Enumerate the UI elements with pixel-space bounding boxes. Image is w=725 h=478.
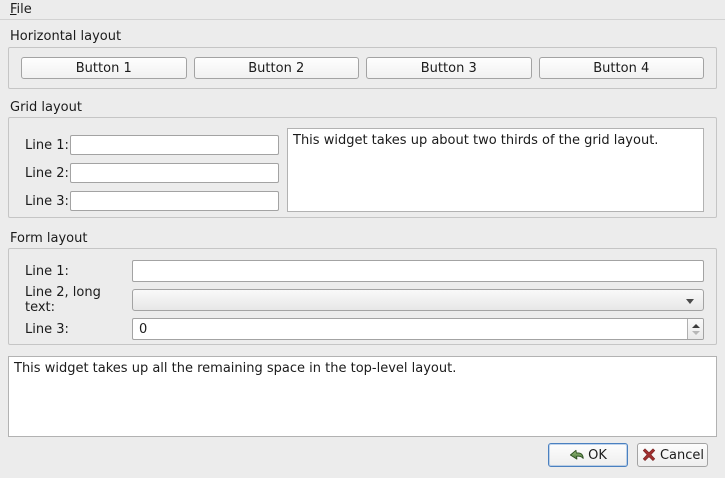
form-line2-label: Line 2, long text: [25,285,101,315]
menu-file[interactable]: File [1,0,41,19]
button-1[interactable]: Button 1 [21,57,187,79]
cancel-button[interactable]: Cancel [637,443,708,467]
form-row-1: Line 1: [21,260,704,282]
grid-line2-input[interactable] [70,163,279,183]
groupbox-horizontal-layout: Button 1 Button 2 Button 3 Button 4 [8,47,717,89]
form-line2-combobox[interactable] [132,289,704,311]
red-x-icon [642,448,656,461]
groupbox-title-horizontal-layout: Horizontal layout [10,29,122,44]
grid-line1-label: Line 1: [25,137,69,153]
spin-up-icon[interactable] [688,319,703,329]
button-3[interactable]: Button 3 [366,57,532,79]
form-line1-label: Line 1: [25,263,69,279]
grid-row-3: Line 3: [21,191,279,211]
groupbox-title-grid-layout: Grid layout [10,100,82,115]
dialog-body: Horizontal layout Button 1 Button 2 Butt… [0,29,725,467]
dialog-button-row: OK Cancel [8,443,717,467]
grid-row-1: Line 1: [21,135,279,155]
grid-left-column: Line 1: Line 2: Line 3: [21,135,279,211]
form-line3-spinbox[interactable] [132,318,704,340]
groupbox-title-form-layout: Form layout [10,231,88,246]
form-line3-label: Line 3: [25,321,69,337]
groupbox-grid-layout: Line 1: Line 2: Line 3: This widget take… [8,117,717,218]
cancel-button-label: Cancel [659,447,705,463]
form-line1-input[interactable] [132,260,704,282]
ok-button[interactable]: OK [548,443,628,467]
form-row-2: Line 2, long text: [21,285,704,315]
grid-line3-input[interactable] [70,191,279,211]
bottom-textedit[interactable]: This widget takes up all the remaining s… [8,356,717,437]
grid-line3-label: Line 3: [25,193,69,209]
menu-file-label: File [10,1,32,17]
groupbox-form-layout: Line 1: Line 2, long text: Line 3: [8,248,717,345]
spinbox-value[interactable] [133,319,687,339]
grid-line2-label: Line 2: [25,165,69,181]
chevron-down-icon [686,299,694,304]
spin-down-icon[interactable] [688,329,703,339]
button-4[interactable]: Button 4 [538,57,704,79]
menu-bar: File [0,0,725,20]
form-row-3: Line 3: [21,318,704,340]
button-2[interactable]: Button 2 [193,57,359,79]
green-enter-arrow-icon [570,449,584,460]
ok-button-label: OK [588,447,607,463]
grid-row-2: Line 2: [21,163,279,183]
spinbox-buttons [687,319,703,339]
grid-line1-input[interactable] [70,135,279,155]
grid-textedit[interactable]: This widget takes up about two thirds of… [287,128,704,212]
